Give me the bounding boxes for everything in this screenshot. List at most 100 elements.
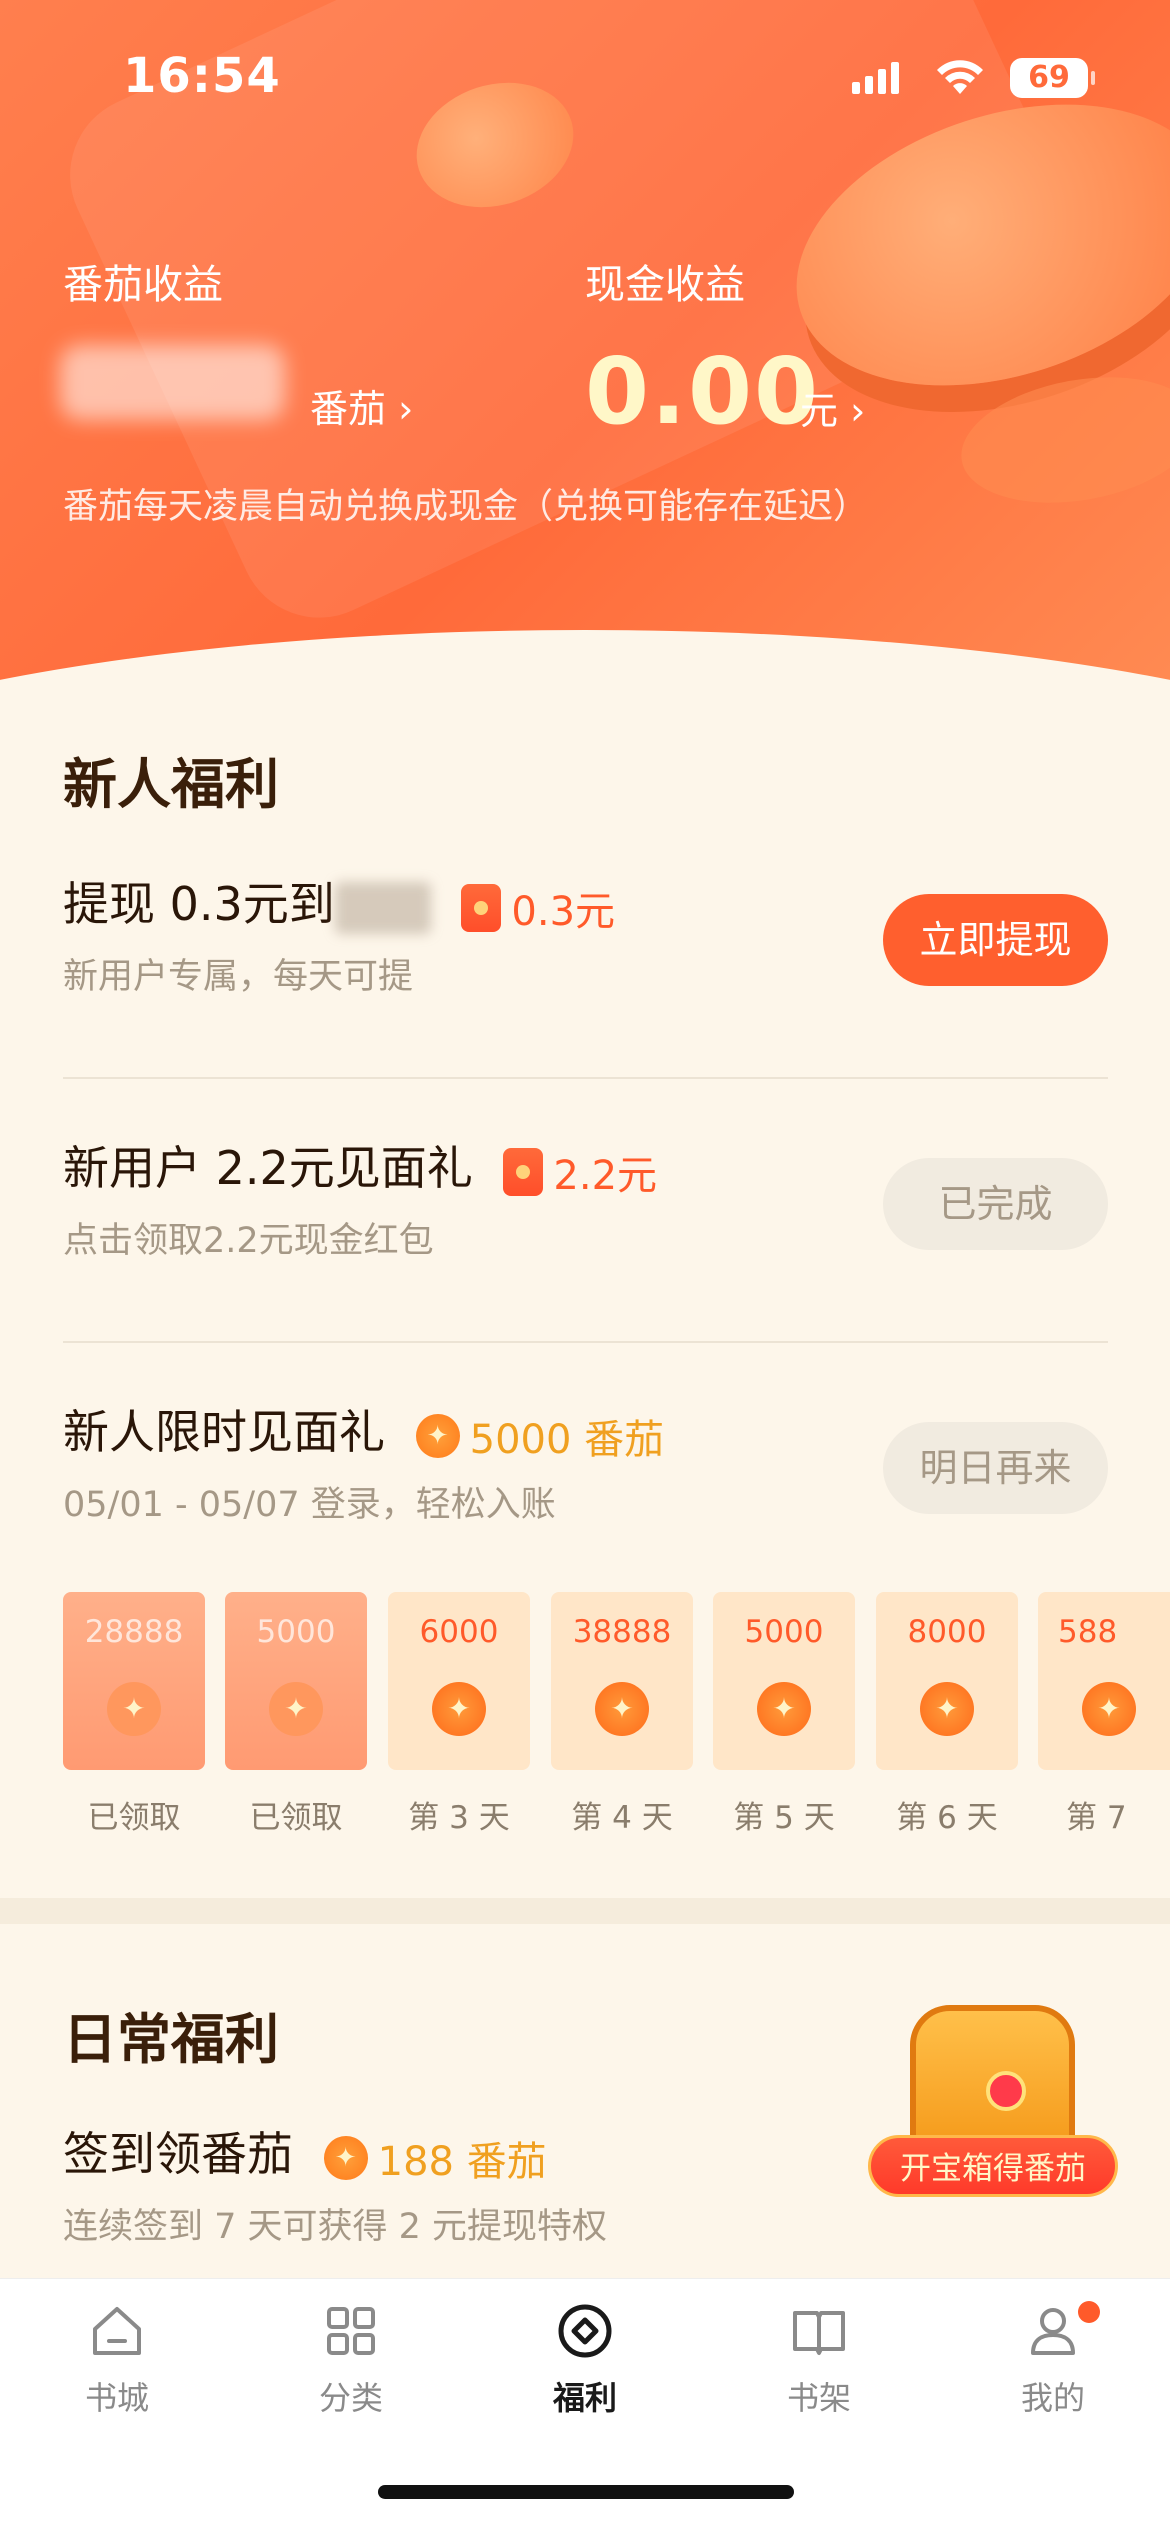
tomato-coin-icon: ✦: [415, 1414, 460, 1459]
tab-label: 分类: [318, 2379, 383, 2417]
reward-badge: ✦ 188 番茄: [323, 2128, 547, 2188]
task-subtitle: 点击领取2.2元现金红包: [63, 1221, 434, 1261]
coin-decoration: [951, 360, 1170, 520]
red-envelope-icon: [461, 884, 502, 933]
task-title-text: 签到领番茄: [63, 2127, 293, 2181]
tab-label: 我的: [1020, 2379, 1085, 2417]
welfare-coin-icon: [558, 2304, 612, 2358]
day-label: 第 4 天: [571, 1800, 673, 1836]
tab-bookstore[interactable]: 书城: [0, 2299, 234, 2449]
day-label: 第 6 天: [896, 1800, 998, 1836]
notification-dot: [1078, 2301, 1100, 2323]
task-title-text: 新用户 2.2元见面礼: [63, 1141, 473, 1195]
withdraw-now-button[interactable]: 立即提现: [883, 894, 1108, 986]
day-card: 5000 ✦: [225, 1592, 367, 1770]
earnings-header: 16:54 69 番茄收益 番茄 › 现金收益 0.00 元 › 番茄每天凌晨自…: [0, 0, 1170, 680]
completed-button[interactable]: 已完成: [883, 1158, 1108, 1250]
day-amount: 6000: [419, 1614, 499, 1650]
tomato-coin-icon: ✦: [920, 1682, 974, 1736]
gift-task: 新用户 2.2元见面礼 2.2元 点击领取2.2元现金红包 已完成: [63, 1132, 1108, 1332]
reward-value: 5000 番茄: [469, 1417, 665, 1464]
day-card: 38888 ✦: [551, 1592, 693, 1770]
day-label: 第 5 天: [733, 1800, 835, 1836]
home-icon: [93, 2307, 141, 2355]
task-title-text: 新人限时见面礼: [63, 1405, 385, 1459]
treasure-banner: 开宝箱得番茄: [868, 2135, 1118, 2197]
day-amount: 588: [1058, 1614, 1118, 1650]
reward-value: 0.3元: [511, 889, 616, 936]
task-subtitle: 05/01 - 05/07 登录，轻松入账: [63, 1485, 556, 1525]
exchange-note: 番茄每天凌晨自动兑换成现金（兑换可能存在延迟）: [63, 487, 869, 527]
day-amount: 28888: [84, 1614, 184, 1650]
tab-label: 书架: [786, 2379, 851, 2417]
reward-badge: ✦ 5000 番茄: [415, 1406, 665, 1466]
day-amount: 5000: [256, 1614, 336, 1650]
day-amount: 8000: [907, 1614, 987, 1650]
task-title: 签到领番茄 ✦ 188 番茄: [63, 2118, 547, 2187]
tomato-earnings-value-blurred: [60, 345, 285, 420]
task-title: 提现 0.3元到 0.3元: [63, 868, 615, 937]
reward-badge: 0.3元: [461, 878, 615, 938]
day-label: 已领取: [87, 1800, 181, 1836]
tomato-coin-icon: ✦: [323, 2136, 368, 2181]
tab-profile[interactable]: 我的: [936, 2299, 1170, 2449]
profile-icon: [1031, 2308, 1075, 2355]
tab-label: 书城: [84, 2379, 149, 2417]
blurred-account-name: [334, 881, 431, 934]
day-card: 588 ✦: [1038, 1592, 1170, 1770]
day-card: 8000 ✦: [876, 1592, 1018, 1770]
treasure-chest-icon: [910, 2005, 1075, 2155]
home-indicator[interactable]: [378, 2485, 794, 2499]
status-bar: 16:54 69: [0, 0, 1170, 150]
book-icon: [793, 2311, 845, 2355]
task-title: 新人限时见面礼 ✦ 5000 番茄: [63, 1396, 664, 1465]
status-time: 16:54: [123, 48, 281, 104]
day-card: 6000 ✦: [388, 1592, 530, 1770]
task-title-text: 提现 0.3元到: [63, 877, 335, 931]
new-user-section-title: 新人福利: [63, 753, 279, 816]
tomato-coin-icon: ✦: [432, 1682, 486, 1736]
reward-value: 188 番茄: [377, 2139, 547, 2186]
day-card: 28888 ✦: [63, 1592, 205, 1770]
day-label: 已领取: [249, 1800, 343, 1836]
task-subtitle: 连续签到 7 天可获得 2 元提现特权: [63, 2207, 608, 2247]
day-label: 第 3 天: [408, 1800, 510, 1836]
day-card: 5000 ✦: [713, 1592, 855, 1770]
withdraw-task: 提现 0.3元到 0.3元 新用户专属，每天可提 立即提现: [63, 868, 1108, 1068]
daily-reward-strip[interactable]: 28888 ✦ 已领取 5000 ✦ 已领取 6000 ✦ 第 3 天 3888…: [63, 1592, 1170, 1852]
tomato-coin-icon: ✦: [757, 1682, 811, 1736]
cash-earnings-value[interactable]: 0.00: [585, 338, 820, 445]
divider: [63, 1077, 1108, 1079]
day-amount: 38888: [572, 1614, 672, 1650]
wifi-icon: [937, 60, 983, 94]
cash-earnings-link[interactable]: 元 ›: [800, 380, 865, 435]
reward-value: 2.2元: [553, 1153, 658, 1200]
task-subtitle: 新用户专属，每天可提: [63, 957, 414, 997]
divider: [63, 1341, 1108, 1343]
limited-gift-task: 新人限时见面礼 ✦ 5000 番茄 05/01 - 05/07 登录，轻松入账 明…: [63, 1396, 1108, 1596]
daily-section-title: 日常福利: [63, 2008, 279, 2071]
come-back-tomorrow-button[interactable]: 明日再来: [883, 1422, 1108, 1514]
reward-badge: 2.2元: [503, 1142, 657, 1202]
tab-welfare[interactable]: 福利: [468, 2299, 702, 2449]
tab-label: 福利: [552, 2379, 617, 2417]
heart-icon: [986, 2071, 1026, 2111]
section-separator: [0, 1898, 1170, 1924]
red-envelope-icon: [503, 1148, 544, 1197]
header-curve: [0, 630, 1170, 680]
cash-earnings-label: 现金收益: [585, 262, 745, 308]
tomato-coin-icon: ✦: [595, 1682, 649, 1736]
tomato-earnings-label: 番茄收益: [63, 262, 223, 308]
tab-bookshelf[interactable]: 书架: [702, 2299, 936, 2449]
treasure-chest-button[interactable]: 开宝箱得番茄: [868, 1995, 1118, 2225]
tomato-earnings-link[interactable]: 番茄 ›: [310, 378, 413, 433]
day-amount: 5000: [744, 1614, 824, 1650]
day-label: 第 7: [1066, 1800, 1127, 1836]
tomato-coin-icon: ✦: [269, 1682, 323, 1736]
tomato-coin-icon: ✦: [107, 1682, 161, 1736]
battery-icon: 69: [1010, 58, 1095, 98]
tomato-coin-icon: ✦: [1082, 1682, 1136, 1736]
tab-category[interactable]: 分类: [234, 2299, 468, 2449]
grid-icon: [327, 2307, 375, 2355]
task-title: 新用户 2.2元见面礼 2.2元: [63, 1132, 657, 1201]
